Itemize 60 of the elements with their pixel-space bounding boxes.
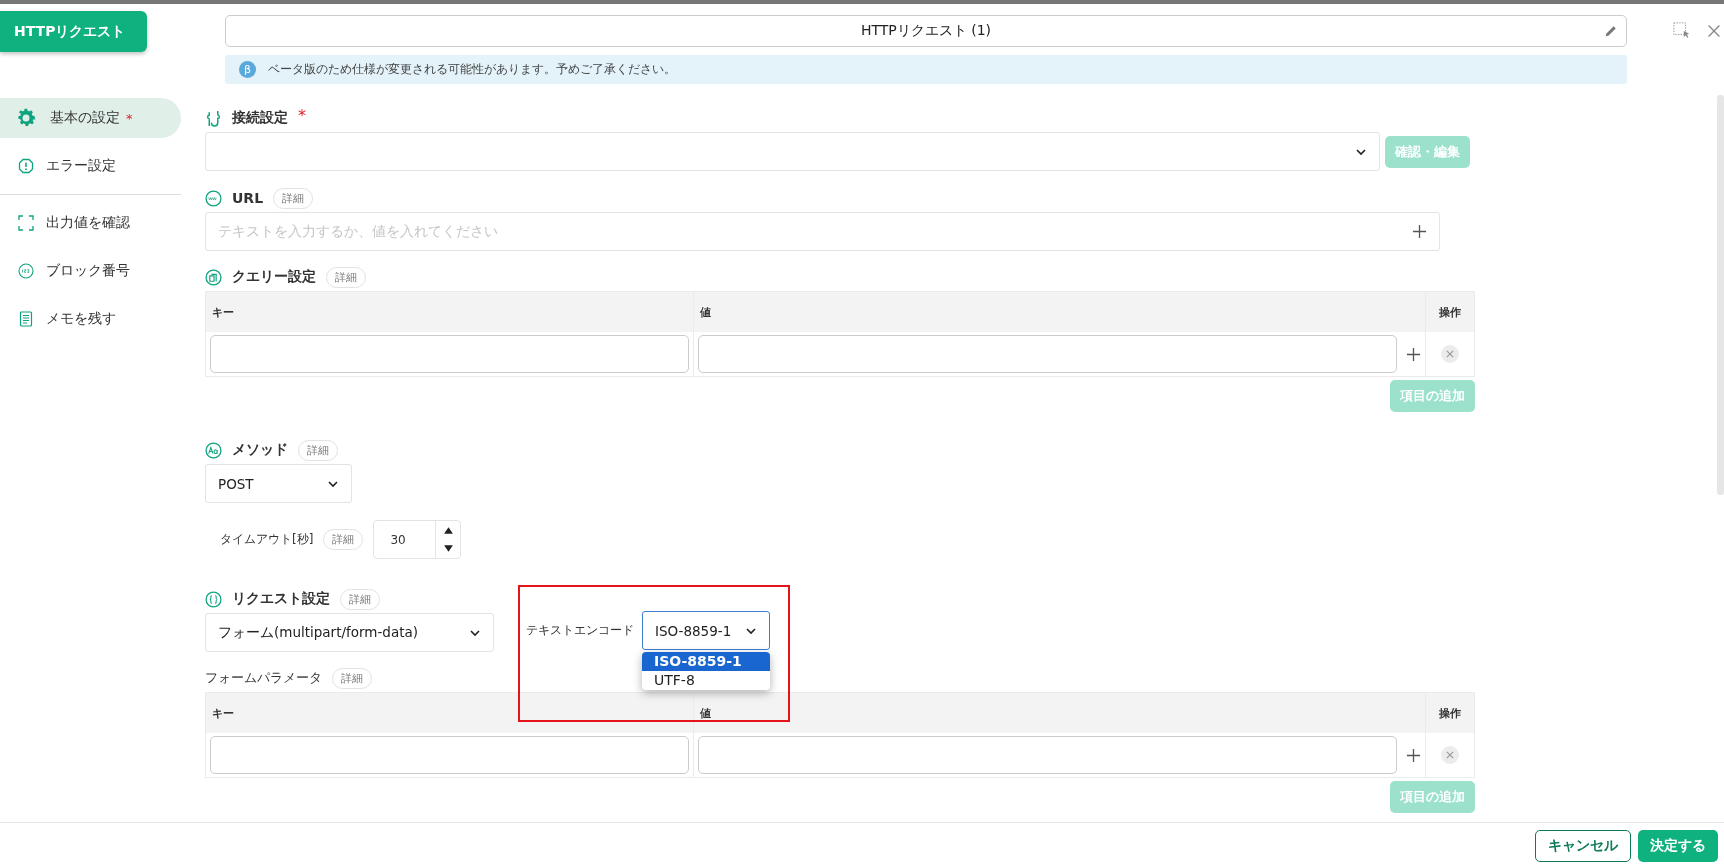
method-select[interactable]: POST: [205, 464, 352, 503]
request-type-select[interactable]: フォーム(multipart/form-data): [205, 613, 494, 652]
section-label: リクエスト設定: [232, 590, 330, 608]
text-encoding-label: テキストエンコード: [526, 622, 634, 639]
chevron-down-icon: [327, 479, 339, 488]
column-header: 操作: [1439, 304, 1461, 320]
beta-badge: β: [239, 61, 256, 78]
column-header: 値: [700, 705, 711, 721]
chevron-down-icon: [745, 626, 757, 635]
www-icon: [205, 189, 222, 207]
frame-corners-icon: [18, 215, 34, 231]
notice-text: ベータ版のため仕様が変更される可能性があります。予めご了承ください。: [268, 62, 676, 77]
triangle-up-icon[interactable]: [442, 525, 454, 535]
section-label: フォームパラメータ: [205, 669, 322, 687]
sidebar-item[interactable]: メモを残す: [0, 299, 181, 339]
section-label: URL: [232, 190, 264, 206]
section-label: 接続設定: [232, 109, 288, 127]
section-label: メソッド: [232, 441, 288, 459]
required-asterisk: *: [126, 110, 133, 126]
braces-icon: [205, 590, 222, 608]
column-header: 操作: [1439, 705, 1461, 721]
column-header: 値: [700, 304, 711, 320]
column-header: キー: [212, 705, 234, 721]
required-asterisk: *: [298, 106, 306, 125]
sidebar-label: エラー設定: [46, 157, 116, 175]
plus-icon[interactable]: [1406, 747, 1421, 763]
sidebar-label: ブロック番号: [46, 262, 130, 280]
timeout-number-input[interactable]: 30: [373, 520, 462, 559]
sidebar-label: 出力値を確認: [46, 214, 130, 232]
plus-icon[interactable]: [1406, 346, 1421, 362]
encoding-select[interactable]: ISO-8859-1: [642, 611, 770, 650]
pencil-icon[interactable]: [1604, 24, 1618, 38]
confirm-button[interactable]: 決定する: [1638, 830, 1718, 862]
selection-cursor-icon[interactable]: [1673, 22, 1691, 40]
sidebar-item[interactable]: 出力値を確認: [0, 203, 181, 243]
plus-icon[interactable]: [1412, 224, 1427, 239]
chevron-down-icon: [469, 628, 481, 637]
text-format-icon: [205, 441, 222, 459]
alert-icon: [18, 158, 34, 174]
cancel-button[interactable]: キャンセル: [1535, 830, 1631, 862]
sidebar-label: メモを残す: [46, 310, 116, 328]
delete-icon[interactable]: [1441, 746, 1459, 764]
title-field[interactable]: HTTPリクエスト (1): [225, 15, 1627, 47]
dropdown-option[interactable]: UTF-8: [642, 671, 770, 690]
timeout-label: タイムアウト[秒]: [220, 531, 314, 548]
delete-icon[interactable]: [1441, 345, 1459, 363]
number-icon: [18, 263, 34, 279]
document-icon: [205, 268, 222, 286]
sidebar-item[interactable]: 基本の設定 *: [0, 98, 181, 138]
plug-icon: [205, 109, 222, 127]
dropdown-option[interactable]: ISO-8859-1: [642, 652, 770, 671]
chevron-down-icon: [1355, 147, 1367, 156]
column-header: キー: [212, 304, 234, 320]
block-title-button[interactable]: HTTPリクエスト: [0, 11, 147, 52]
sidebar-item[interactable]: エラー設定: [0, 146, 181, 186]
section-label: クエリー設定: [232, 268, 316, 286]
sidebar-label: 基本の設定: [50, 109, 120, 127]
sidebar-item[interactable]: ブロック番号: [0, 251, 181, 291]
notepad-icon: [18, 311, 34, 327]
triangle-down-icon[interactable]: [442, 544, 454, 554]
